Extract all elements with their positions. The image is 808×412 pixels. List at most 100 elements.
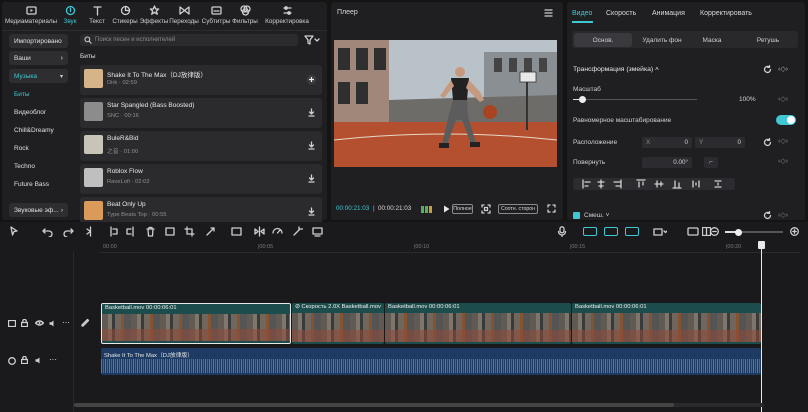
download-icon[interactable] <box>306 173 317 184</box>
tab-adjust[interactable]: Корректировать <box>700 10 752 17</box>
volume-icon[interactable] <box>35 357 43 364</box>
search-input[interactable]: Поиск песен и исполнителей <box>80 34 298 46</box>
y-field[interactable]: Y0 <box>695 137 745 148</box>
tab-text[interactable]: Текст <box>86 5 108 29</box>
menu-icon[interactable] <box>544 9 553 17</box>
list-item[interactable]: BuleR&Bid 之音 · 01:00 <box>80 131 322 161</box>
filter-icon[interactable] <box>304 35 320 45</box>
transform-icon[interactable] <box>205 226 216 237</box>
crop-icon[interactable] <box>184 226 195 237</box>
subtab-retouch[interactable]: Ретушь <box>739 33 797 47</box>
sound-effects-button[interactable]: Звуковые эф... › <box>9 203 68 217</box>
split-left-icon[interactable] <box>107 226 118 237</box>
cursor-icon[interactable] <box>9 226 20 237</box>
sidebar-item-rock[interactable]: Rock <box>14 145 29 152</box>
list-item[interactable]: Shake It To The Max（DJ放律版） Dirk · 02:59 <box>80 65 322 95</box>
tab-effects[interactable]: Эффекты <box>140 5 168 29</box>
rotate-stepper[interactable]: ⌐ <box>704 157 718 168</box>
lock-icon[interactable] <box>21 356 28 364</box>
tab-filters[interactable]: Фильтры <box>232 5 258 29</box>
more-icon[interactable]: ⋯ <box>49 355 57 364</box>
magic-icon[interactable] <box>292 226 303 237</box>
download-icon[interactable] <box>306 140 317 151</box>
keyframe-icon[interactable]: ‹◇› <box>778 157 788 165</box>
aspect-ratio-button[interactable]: Соотн. сторон <box>498 204 538 214</box>
zoom-knob[interactable] <box>735 228 742 236</box>
blend-checkbox[interactable] <box>573 212 580 219</box>
edit-icon[interactable] <box>80 317 90 327</box>
link-track-icon[interactable] <box>583 227 597 236</box>
tab-animation[interactable]: Анимация <box>652 10 685 17</box>
frame-icon[interactable] <box>231 226 242 237</box>
keyframe-icon[interactable]: ‹◇› <box>778 137 788 145</box>
video-clip[interactable]: ⊘ Скорость 2.0X Basketball.mov <box>292 303 384 344</box>
music-button[interactable]: Музыка ▾ <box>9 69 68 83</box>
video-preview[interactable] <box>334 40 557 167</box>
freeze-icon[interactable] <box>165 226 176 237</box>
zoom-in-icon[interactable] <box>790 227 799 236</box>
tab-sticker[interactable]: Стикеры <box>111 5 139 29</box>
crop-icon[interactable] <box>481 204 491 214</box>
subtab-basic[interactable]: Основ. <box>574 33 632 47</box>
zoom-slider[interactable] <box>725 228 783 236</box>
screen-icon[interactable] <box>312 226 323 237</box>
sidebar-item-vlog[interactable]: Видеоблог <box>14 109 46 116</box>
preview-axis-icon[interactable] <box>653 227 667 237</box>
tab-transitions[interactable]: Переходы <box>169 5 199 29</box>
x-field[interactable]: X0 <box>642 137 692 148</box>
cover-icon[interactable] <box>8 320 16 327</box>
split-link-icon[interactable] <box>625 227 639 236</box>
tab-adjust[interactable]: Корректировка <box>260 5 314 29</box>
split-icon[interactable] <box>85 226 96 237</box>
reset-icon[interactable] <box>763 65 772 74</box>
download-icon[interactable] <box>306 206 317 217</box>
rotate-field[interactable]: 0.00° <box>642 157 692 168</box>
keyframe-icon[interactable]: ‹◇› <box>778 95 788 103</box>
tab-media[interactable]: Медиаматериалы <box>5 5 57 29</box>
playhead[interactable] <box>761 242 762 412</box>
tab-speed[interactable]: Скорость <box>606 10 636 17</box>
eye-icon[interactable] <box>35 320 44 326</box>
subtab-mask[interactable]: Маска <box>687 33 737 47</box>
more-icon[interactable]: ⋯ <box>62 318 70 327</box>
list-item[interactable]: Roblox Flow RaveLofi · 02:02 <box>80 164 322 194</box>
speed-icon[interactable] <box>272 226 283 237</box>
scale-slider[interactable] <box>573 95 697 103</box>
import-button[interactable]: Импортировано <box>9 34 68 48</box>
video-clip[interactable]: Basketball.mov 00:00:06:01 <box>572 303 761 344</box>
tab-audio[interactable]: Звук <box>61 5 79 29</box>
add-icon[interactable] <box>306 74 317 85</box>
undo-icon[interactable] <box>42 226 53 237</box>
list-item[interactable]: Star Spangled (Bass Boosted) SNC · 00:16 <box>80 98 322 128</box>
audio-clip[interactable]: Shake It To The Max（DJ放律版） <box>101 348 761 375</box>
lock-icon[interactable] <box>21 319 28 327</box>
zoom-out-icon[interactable] <box>710 227 719 236</box>
tab-video[interactable]: Видео <box>572 10 592 17</box>
reset-icon[interactable] <box>763 211 772 220</box>
yours-button[interactable]: Ваши › <box>9 51 68 65</box>
sidebar-item-techno[interactable]: Techno <box>14 163 35 170</box>
sidebar-item-future-bass[interactable]: Future Bass <box>14 181 49 188</box>
tab-subtitles[interactable]: Субтитры <box>202 5 230 29</box>
subtab-remove-bg[interactable]: Удалить фон <box>633 33 691 47</box>
video-clip[interactable]: Basketball.mov 00:00:06:01 <box>101 303 291 344</box>
download-icon[interactable] <box>306 107 317 118</box>
scale-knob[interactable] <box>579 95 587 103</box>
sidebar-item-chill[interactable]: Chill&Dreamy <box>14 127 54 134</box>
caption-icon[interactable] <box>687 227 699 236</box>
keyframe-icon[interactable]: ‹◇› <box>778 65 788 73</box>
uniform-scale-toggle[interactable] <box>776 115 796 125</box>
split-right-icon[interactable] <box>126 226 137 237</box>
video-clip[interactable]: Basketball.mov 00:00:06:01 <box>385 303 571 344</box>
volume-icon[interactable] <box>49 320 57 327</box>
keyframe-icon[interactable]: ‹◇› <box>778 211 788 219</box>
fullscreen-icon[interactable] <box>547 204 556 213</box>
mirror-icon[interactable] <box>254 226 265 237</box>
sidebar-item-beats[interactable]: Биты <box>14 91 30 98</box>
horizontal-scrollbar[interactable] <box>74 403 764 407</box>
reset-icon[interactable] <box>763 138 772 147</box>
magnet-icon[interactable] <box>604 227 618 236</box>
microphone-icon[interactable] <box>557 226 567 237</box>
redo-icon[interactable] <box>63 226 74 237</box>
delete-icon[interactable] <box>145 226 156 237</box>
